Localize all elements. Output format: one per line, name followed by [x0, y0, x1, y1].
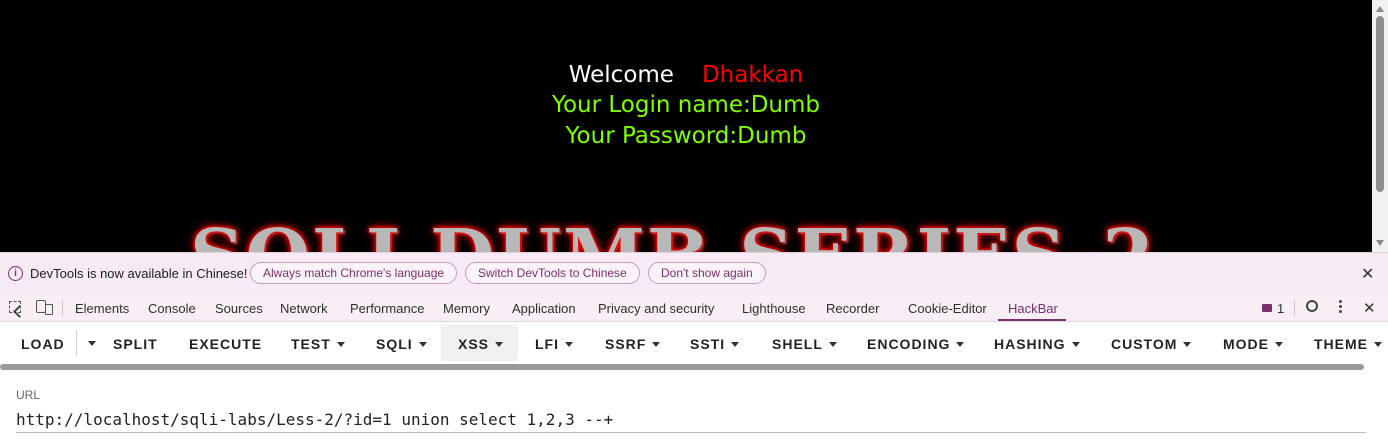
chevron-down-icon [828, 342, 837, 347]
scroll-down-arrow-icon[interactable] [1376, 240, 1384, 246]
theme-menu-button[interactable]: THEME [1314, 336, 1382, 352]
lfi-menu-button[interactable]: LFI [535, 336, 573, 352]
tab-console[interactable]: Console [148, 301, 196, 316]
page-viewport: Welcome Dhakkan Your Login name:Dumb Your… [0, 0, 1372, 252]
hashing-menu-button[interactable]: HASHING [994, 336, 1080, 352]
infobar-message: DevTools is now available in Chinese! [30, 266, 248, 281]
tab-recorder[interactable]: Recorder [826, 301, 879, 316]
encoding-menu-button[interactable]: ENCODING [867, 336, 965, 352]
user-name-text: Dhakkan [701, 62, 804, 88]
switch-to-chinese-button[interactable]: Switch DevTools to Chinese [465, 262, 640, 284]
tab-memory[interactable]: Memory [443, 301, 490, 316]
chevron-down-icon [956, 342, 965, 347]
hashing-menu-label: HASHING [994, 336, 1066, 352]
page-scrollbar[interactable] [1372, 0, 1388, 252]
chevron-down-icon [495, 342, 504, 347]
hackbar-panel: LOAD SPLIT EXECUTE TEST SQLI XSS LFI SSR… [0, 322, 1388, 447]
load-dropdown-caret-icon[interactable] [88, 341, 96, 346]
chevron-down-icon [336, 342, 345, 347]
sqli-menu-button[interactable]: SQLI [376, 336, 427, 352]
ssrf-menu-label: SSRF [605, 336, 647, 352]
ssrf-menu-button[interactable]: SSRF [605, 336, 661, 352]
tab-elements[interactable]: Elements [75, 301, 129, 316]
tab-performance[interactable]: Performance [350, 301, 424, 316]
tab-network[interactable]: Network [280, 301, 328, 316]
chevron-down-icon [1071, 342, 1080, 347]
test-menu-label: TEST [291, 336, 331, 352]
devtools-language-infobar: i DevTools is now available in Chinese! … [0, 252, 1388, 294]
info-icon: i [8, 266, 23, 281]
gear-icon[interactable] [1306, 300, 1318, 312]
ssti-menu-button[interactable]: SSTI [690, 336, 740, 352]
xss-menu-button[interactable]: XSS [458, 336, 504, 352]
mode-menu-label: MODE [1223, 336, 1269, 352]
load-divider [76, 330, 77, 356]
inspect-element-icon[interactable] [9, 301, 21, 313]
lfi-menu-label: LFI [535, 336, 559, 352]
tab-sources[interactable]: Sources [215, 301, 263, 316]
toolbar-divider [62, 300, 63, 316]
split-button[interactable]: SPLIT [113, 336, 158, 352]
encoding-menu-label: ENCODING [867, 336, 951, 352]
issues-count[interactable]: 1 [1277, 301, 1284, 316]
more-options-icon[interactable] [1339, 300, 1343, 315]
url-input[interactable] [16, 406, 1366, 433]
dont-show-again-button[interactable]: Don't show again [648, 262, 766, 284]
password-text: Your Password:Dumb [565, 123, 807, 149]
issues-icon[interactable] [1262, 304, 1272, 312]
tab-privacy-and-security[interactable]: Privacy and security [598, 301, 714, 316]
scroll-up-arrow-icon[interactable] [1376, 6, 1384, 12]
scrollbar-thumb[interactable] [1376, 16, 1384, 192]
test-menu-button[interactable]: TEST [291, 336, 345, 352]
custom-menu-button[interactable]: CUSTOM [1111, 336, 1192, 352]
devtools-tab-bar: Elements Console Sources Network Perform… [0, 294, 1388, 322]
ssti-menu-label: SSTI [690, 336, 726, 352]
execute-button[interactable]: EXECUTE [189, 336, 262, 352]
url-label: URL [16, 388, 41, 402]
login-name-text: Your Login name:Dumb [551, 92, 821, 118]
series-banner: SQLI DUMB SERIES-2 [190, 214, 1156, 252]
match-chrome-language-button[interactable]: Always match Chrome's language [250, 262, 458, 284]
chevron-down-icon [1275, 342, 1283, 347]
hackbar-toolbar: LOAD SPLIT EXECUTE TEST SQLI XSS LFI SSR… [0, 322, 1388, 364]
device-toolbar-icon[interactable] [36, 300, 53, 315]
custom-menu-label: CUSTOM [1111, 336, 1178, 352]
xss-menu-label: XSS [458, 336, 490, 352]
active-tab-indicator [998, 319, 1066, 321]
toolbar-divider [1294, 300, 1295, 316]
welcome-text: Welcome [568, 62, 674, 88]
tab-lighthouse[interactable]: Lighthouse [742, 301, 806, 316]
chevron-down-icon [652, 342, 661, 347]
tab-application[interactable]: Application [512, 301, 576, 316]
chevron-down-icon [1374, 342, 1382, 347]
tab-cookie-editor[interactable]: Cookie-Editor [908, 301, 987, 316]
theme-menu-label: THEME [1314, 336, 1368, 352]
chevron-down-icon [731, 342, 740, 347]
load-button[interactable]: LOAD [21, 336, 65, 352]
close-devtools-icon[interactable]: ✕ [1363, 299, 1376, 317]
chevron-down-icon [1183, 342, 1192, 347]
welcome-line: Welcome Dhakkan [0, 62, 1372, 88]
sqli-menu-label: SQLI [376, 336, 413, 352]
tab-hackbar[interactable]: HackBar [1008, 301, 1058, 316]
close-icon[interactable]: ✕ [1361, 264, 1374, 284]
shell-menu-label: SHELL [772, 336, 823, 352]
chevron-down-icon [565, 342, 573, 347]
toolbar-horizontal-scrollbar[interactable] [0, 364, 1364, 370]
chevron-down-icon [418, 342, 427, 347]
mode-menu-button[interactable]: MODE [1223, 336, 1283, 352]
shell-menu-button[interactable]: SHELL [772, 336, 837, 352]
